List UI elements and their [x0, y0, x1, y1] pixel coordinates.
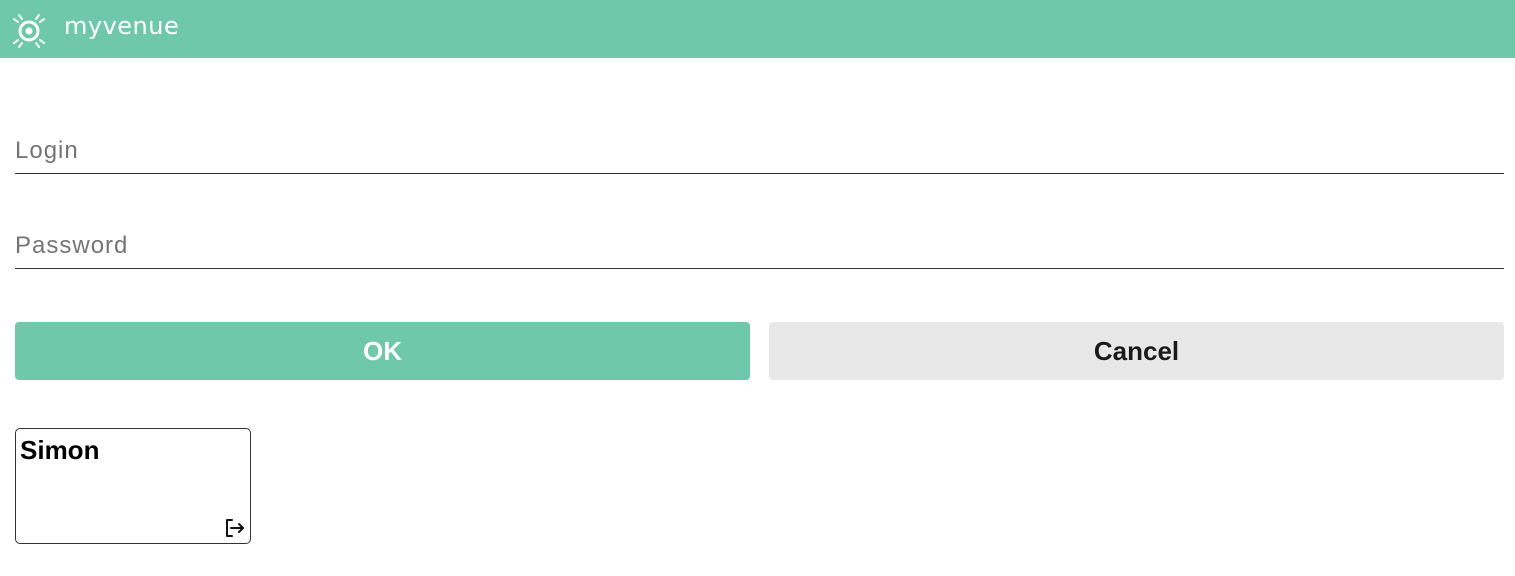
venue-logo-icon — [13, 14, 45, 48]
user-name: Simon — [20, 435, 100, 465]
cancel-button[interactable]: Cancel — [769, 322, 1504, 380]
logout-icon[interactable] — [222, 515, 248, 541]
ok-button[interactable]: OK — [15, 322, 750, 380]
user-card[interactable]: Simon — [15, 428, 251, 544]
brand-name: myvenue — [64, 12, 180, 40]
top-bar: myvenue — [0, 0, 1515, 58]
password-field[interactable] — [15, 223, 1504, 269]
login-field[interactable] — [15, 128, 1504, 174]
